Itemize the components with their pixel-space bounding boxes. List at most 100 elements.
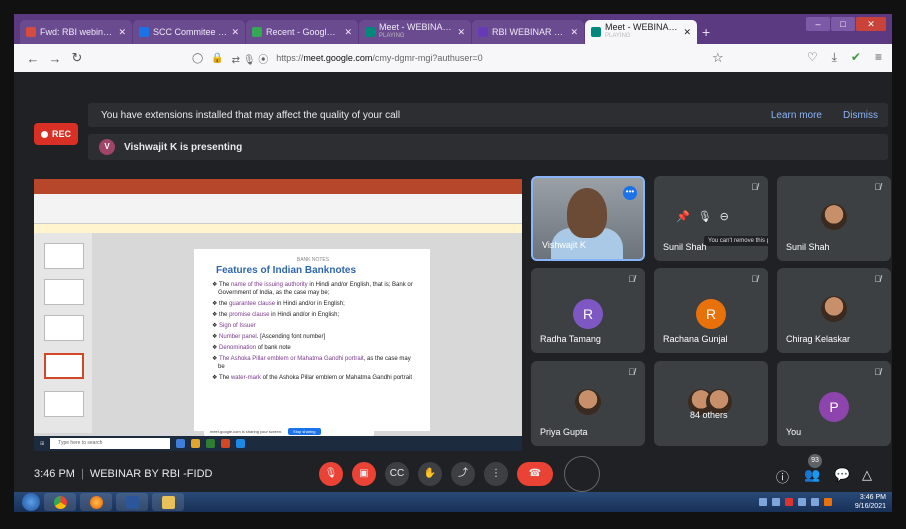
close-tab-icon[interactable]: ✕	[683, 27, 691, 38]
forward-icon[interactable]: →	[44, 51, 66, 66]
activities-icon[interactable]: △	[862, 467, 872, 483]
chat-icon[interactable]: 💬	[834, 467, 850, 483]
people-icon[interactable]: 👥	[804, 467, 820, 483]
tab-meet-playing[interactable]: Meet - WEBINAR BY RBI -PLAYING✕	[359, 20, 471, 44]
url-prefix: https://	[276, 53, 304, 63]
browser-toolbar: ← → ↻ ◯ 🔒 ⇄ 🎙 ⦿ https://meet.google.com /…	[14, 44, 892, 72]
leave-call-button[interactable]: ☎	[517, 462, 553, 486]
more-options-button[interactable]: ⋮	[484, 462, 508, 486]
participant-tile-priya-gupta[interactable]: 🎙̸ Priya Gupta	[531, 361, 645, 446]
dismiss-button[interactable]: Dismiss	[843, 110, 878, 121]
sharing-notice: meet.google.com is sharing your screen. S…	[204, 426, 374, 436]
taskbar-chrome[interactable]	[44, 493, 76, 511]
tab-recent-drive[interactable]: Recent - Google Drive✕	[246, 20, 358, 44]
download-icon[interactable]: ⤓	[832, 50, 837, 65]
url-path: /cmy-dgmr-mgi?authuser=0	[372, 53, 483, 63]
close-tab-icon[interactable]: ✕	[457, 27, 465, 38]
participant-tile-radha-tamang[interactable]: 🎙̸ R Radha Tamang	[531, 268, 645, 353]
slide-thumbnails	[34, 233, 92, 433]
checkmark-icon[interactable]: ✔	[851, 50, 861, 65]
camera-toggle-button[interactable]: ▣	[352, 462, 376, 486]
shield-icon: ◯	[192, 52, 204, 64]
participant-tile-chirag-kelaskar[interactable]: 🎙̸ Chirag Kelaskar	[777, 268, 891, 353]
tab-rbi-feedback[interactable]: RBI WEBINAR FEEDBACK✕	[472, 20, 584, 44]
participant-avatar: R	[696, 299, 726, 329]
mute-participant-icon[interactable]: 🎙	[698, 210, 712, 223]
learn-more-link[interactable]: Learn more	[771, 110, 822, 121]
close-window-button[interactable]: ✕	[856, 17, 886, 31]
present-button[interactable]: ⤴	[451, 462, 475, 486]
meeting-info: 3:46 PM | WEBINAR BY RBI -FIDD	[34, 468, 213, 480]
close-tab-icon[interactable]: ✕	[118, 27, 126, 38]
participant-tile-you[interactable]: 🎙̸ P You	[777, 361, 891, 446]
meeting-details-icon[interactable]: ⓘ	[776, 467, 789, 486]
participant-name: Vishwajit K	[542, 240, 586, 250]
tray-icon	[772, 498, 780, 506]
permissions-icon[interactable]: ⇄ 🎙 ⦿	[232, 51, 269, 66]
meeting-time: 3:46 PM	[34, 468, 75, 480]
volume-icon	[811, 498, 819, 506]
tray-icon	[798, 498, 806, 506]
windows-start-button[interactable]	[22, 493, 40, 511]
taskbar-firefox[interactable]	[80, 493, 112, 511]
reload-icon[interactable]: ↻	[66, 50, 88, 66]
slide-thumbnail	[44, 279, 84, 305]
participant-tile-sunil-shah[interactable]: 🎙̸ 📌 🎙 ⊖ You can't remove this participa…	[654, 176, 768, 261]
address-bar[interactable]: ◯ 🔒 ⇄ 🎙 ⦿ https://meet.google.com/cmy-dg…	[192, 48, 752, 68]
menu-icon[interactable]: ≡	[875, 50, 882, 65]
raise-hand-button[interactable]: ✋	[418, 462, 442, 486]
taskbar-word[interactable]	[116, 493, 148, 511]
participant-name: Sunil Shah	[786, 242, 830, 252]
others-count: 84 others	[690, 410, 728, 420]
close-tab-icon[interactable]: ✕	[570, 27, 578, 38]
participant-tile-vishwajit[interactable]: ••• Vishwajit K	[531, 176, 645, 261]
forms-icon	[478, 27, 488, 37]
shared-windows-taskbar: ⊞ Type here to search	[34, 436, 522, 451]
tab-fwd-rbi-webinar[interactable]: Fwd: RBI webinar - pradn✕	[20, 20, 132, 44]
slide-bullet: ❖ Sign of Issuer	[212, 323, 256, 329]
pocket-icon[interactable]: ♡	[807, 50, 818, 65]
close-tab-icon[interactable]: ✕	[344, 27, 352, 38]
shared-screen[interactable]: BANK NOTES Features of Indian Banknotes …	[34, 179, 522, 451]
participant-tile-sunil-shah-2[interactable]: 🎙̸ Sunil Shah	[777, 176, 891, 261]
meet-control-bar: 3:46 PM | WEBINAR BY RBI -FIDD 🎙 ▣ CC ✋ ⤴ …	[14, 454, 892, 492]
participant-avatar: P	[819, 392, 849, 422]
participant-tile-rachana-gunjal[interactable]: 🎙̸ R Rachana Gunjal	[654, 268, 768, 353]
pin-icon[interactable]: 📌	[676, 210, 690, 223]
url-host: meet.google.com	[303, 53, 373, 63]
participant-name: Sunil Shah	[663, 242, 707, 252]
new-tab-button[interactable]: +	[702, 24, 710, 40]
participant-name: Priya Gupta	[540, 427, 588, 437]
more-options-icon[interactable]: •••	[623, 186, 637, 200]
participant-video-face	[567, 188, 607, 238]
maximize-button[interactable]: □	[831, 17, 855, 31]
slide-thumbnail-selected	[44, 353, 84, 379]
firefox-icon	[89, 495, 103, 509]
participant-count-badge: 93	[808, 454, 822, 468]
system-tray-icons	[759, 498, 832, 506]
slide-bullet: ❖ The name of the issuing authority in H…	[212, 282, 413, 296]
windows-start-icon: ⊞	[40, 440, 45, 447]
stop-sharing-button[interactable]: Stop sharing	[288, 427, 321, 435]
taskbar-explorer[interactable]	[152, 493, 184, 511]
powerpoint-ribbon	[34, 194, 522, 224]
remove-participant-icon[interactable]: ⊖	[720, 210, 729, 223]
back-icon[interactable]: ←	[22, 51, 44, 66]
captions-button[interactable]: CC	[385, 462, 409, 486]
participant-tile-others[interactable]: 84 others	[654, 361, 768, 446]
activity-ring	[564, 456, 600, 492]
presenting-bar: V Vishwajit K is presenting	[88, 134, 888, 160]
screenshot-frame: Fwd: RBI webinar - pradn✕ SCC Commitee -…	[0, 0, 906, 529]
bookmark-star-icon[interactable]: ☆	[712, 50, 724, 66]
close-tab-icon[interactable]: ✕	[231, 27, 239, 38]
lock-icon: 🔒	[211, 52, 224, 64]
mic-off-icon: 🎙̸	[874, 274, 881, 284]
slide-bullet: ❖ Denomination of bank note	[212, 345, 291, 351]
minimize-button[interactable]: –	[806, 17, 830, 31]
mic-toggle-button[interactable]: 🎙	[319, 462, 343, 486]
tab-scc-commitee[interactable]: SCC Commitee - Google✕	[133, 20, 245, 44]
tab-meet-active[interactable]: Meet - WEBINAR BY RBI -PLAYING✕	[585, 20, 697, 44]
taskbar-clock[interactable]: 3:46 PM 9/16/2021	[855, 493, 886, 511]
app-icon	[176, 439, 186, 448]
mic-off-icon: 🎙̸	[628, 274, 635, 284]
